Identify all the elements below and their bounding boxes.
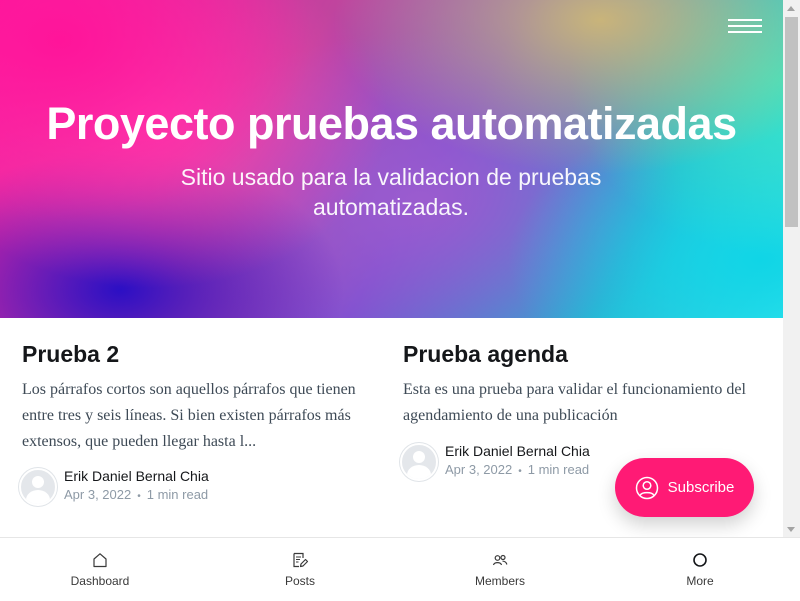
post-meta: Apr 3, 2022 • 1 min read bbox=[64, 486, 209, 506]
nav-item-posts[interactable]: Posts bbox=[200, 538, 400, 601]
user-circle-icon bbox=[635, 476, 658, 499]
post-byline: Erik Daniel Bernal Chia Apr 3, 2022 • 1 mi… bbox=[400, 442, 590, 481]
meta-separator: • bbox=[518, 466, 522, 477]
post-byline: Erik Daniel Bernal Chia Apr 3, 2022 • 1 mi… bbox=[19, 467, 209, 506]
author-avatar[interactable] bbox=[19, 467, 57, 506]
nav-item-members[interactable]: Members bbox=[400, 538, 600, 601]
home-icon bbox=[93, 553, 107, 568]
nav-item-more[interactable]: More bbox=[600, 538, 800, 601]
site-title: Proyecto pruebas automatizadas bbox=[46, 98, 737, 149]
site-header-hero: Proyecto pruebas automatizadas Sitio usa… bbox=[0, 0, 783, 318]
page-viewport: Proyecto pruebas automatizadas Sitio usa… bbox=[0, 0, 783, 537]
nav-label-more: More bbox=[686, 574, 714, 588]
circle-icon bbox=[693, 553, 707, 567]
vertical-scrollbar[interactable] bbox=[783, 0, 800, 537]
menu-line-icon bbox=[728, 19, 762, 21]
post-read-time: 1 min read bbox=[527, 462, 590, 477]
bottom-navigation-bar: Dashboard Posts Members More bbox=[0, 537, 800, 601]
subscribe-label: Subscribe bbox=[667, 479, 735, 496]
hamburger-menu-button[interactable] bbox=[726, 15, 764, 37]
post-excerpt[interactable]: Los párrafos cortos son aquellos párrafo… bbox=[22, 377, 378, 455]
scroll-down-arrow-icon[interactable] bbox=[787, 527, 795, 532]
author-name[interactable]: Erik Daniel Bernal Chia bbox=[445, 442, 590, 461]
post-card[interactable]: Prueba 2 Los párrafos cortos son aquello… bbox=[19, 338, 382, 506]
post-card[interactable]: Prueba agenda Esta es una prueba para va… bbox=[400, 338, 763, 481]
scroll-up-arrow-icon[interactable] bbox=[787, 6, 795, 11]
post-title[interactable]: Prueba 2 bbox=[22, 338, 382, 370]
members-icon bbox=[492, 554, 508, 566]
scrollbar-thumb[interactable] bbox=[785, 17, 798, 227]
post-excerpt[interactable]: Esta es una prueba para validar el funci… bbox=[403, 377, 763, 429]
nav-label-dashboard: Dashboard bbox=[70, 574, 130, 588]
site-description: Sitio usado para la validacion de prueba… bbox=[180, 164, 602, 220]
post-date: Apr 3, 2022 bbox=[445, 462, 513, 477]
post-meta: Apr 3, 2022 • 1 min read bbox=[445, 461, 590, 481]
subscribe-button[interactable]: Subscribe bbox=[615, 458, 754, 517]
author-avatar[interactable] bbox=[400, 442, 438, 481]
author-name[interactable]: Erik Daniel Bernal Chia bbox=[64, 467, 209, 486]
post-title[interactable]: Prueba agenda bbox=[403, 338, 763, 370]
byline-text: Erik Daniel Bernal Chia Apr 3, 2022 • 1 mi… bbox=[445, 442, 590, 481]
post-read-time: 1 min read bbox=[146, 487, 209, 502]
menu-line-icon bbox=[728, 25, 762, 27]
posts-edit-icon bbox=[293, 552, 309, 568]
nav-label-members: Members bbox=[474, 574, 525, 588]
meta-separator: • bbox=[137, 491, 141, 502]
menu-line-icon bbox=[728, 31, 762, 33]
nav-item-dashboard[interactable]: Dashboard bbox=[0, 538, 200, 601]
byline-text: Erik Daniel Bernal Chia Apr 3, 2022 • 1 mi… bbox=[64, 467, 209, 506]
nav-label-posts: Posts bbox=[284, 574, 315, 588]
post-date: Apr 3, 2022 bbox=[64, 487, 132, 502]
